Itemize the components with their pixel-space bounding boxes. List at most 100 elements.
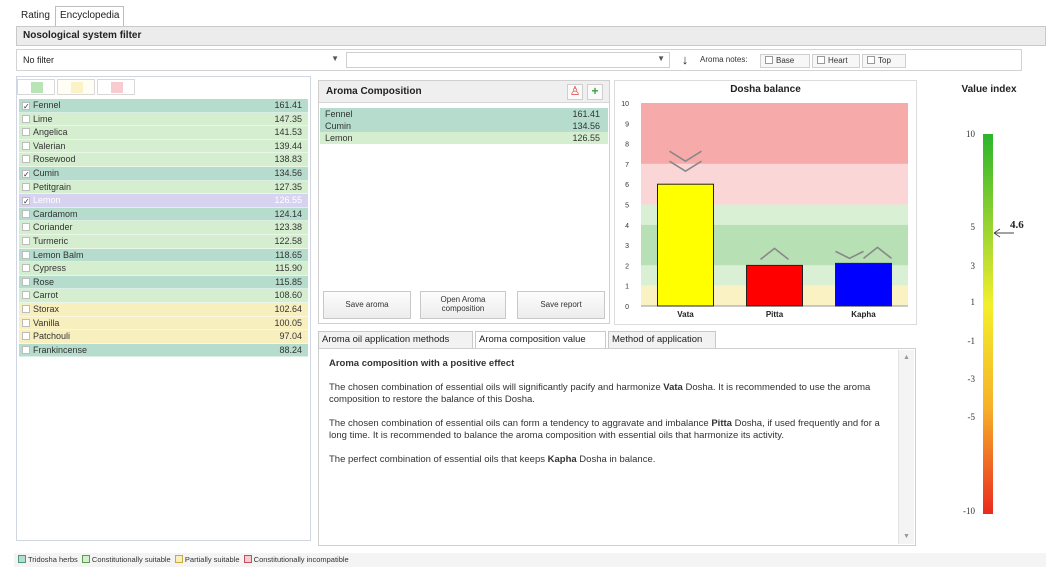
oil-name: Petitgrain bbox=[33, 181, 72, 192]
y-tick-label: 0 bbox=[625, 304, 629, 311]
note-heart-checkbox[interactable]: Heart bbox=[812, 54, 860, 68]
description-scrollbar[interactable]: ▲ ▼ bbox=[898, 350, 914, 544]
y-tick-label: 9 bbox=[625, 121, 629, 128]
x-tick-label: Pitta bbox=[766, 310, 784, 319]
scroll-up-icon[interactable]: ▲ bbox=[903, 354, 910, 361]
oil-value: 115.85 bbox=[275, 276, 302, 287]
oil-list: ✓ Fennel 161.41 Lime 147.35 Angelica 141.53 Val… bbox=[19, 99, 308, 358]
oil-row[interactable]: Storax 102.64 bbox=[19, 302, 308, 317]
oil-checkbox[interactable] bbox=[22, 345, 30, 354]
composition-row[interactable]: Cumin 134.56 bbox=[320, 120, 608, 132]
legend-suitable: Constitutionally suitable bbox=[91, 555, 171, 564]
oil-value: 139.44 bbox=[274, 140, 302, 151]
y-tick-label: 2 bbox=[625, 263, 629, 270]
oil-checkbox[interactable] bbox=[22, 128, 30, 137]
tab-composition-value[interactable]: Aroma composition value bbox=[475, 331, 606, 349]
tab-encyclopedia[interactable]: Encyclopedia bbox=[55, 6, 125, 26]
oil-row[interactable]: Petitgrain 127.35 bbox=[19, 180, 308, 195]
description-vata: The chosen combination of essential oils… bbox=[329, 382, 871, 405]
filter-tab-yellow[interactable] bbox=[57, 79, 95, 95]
oil-checkbox[interactable]: ✓ bbox=[22, 169, 30, 178]
oil-checkbox[interactable] bbox=[22, 223, 30, 232]
filter-tab-green[interactable] bbox=[17, 79, 55, 95]
oil-value: 127.35 bbox=[274, 181, 302, 192]
oil-checkbox[interactable] bbox=[22, 318, 30, 327]
oil-row[interactable]: Frankincense 88.24 bbox=[19, 343, 308, 358]
oil-checkbox[interactable] bbox=[22, 155, 30, 164]
composition-row[interactable]: Lemon 126.55 bbox=[320, 132, 608, 144]
gauge-tick: 1 bbox=[970, 297, 976, 307]
oil-checkbox[interactable] bbox=[22, 264, 30, 273]
oil-row[interactable]: Lime 147.35 bbox=[19, 112, 308, 127]
chevron-down-icon: ▼ bbox=[331, 54, 339, 63]
filter-tab-pink[interactable] bbox=[97, 79, 135, 95]
tab-method-of-application[interactable]: Method of application bbox=[608, 331, 716, 349]
green-swatch-icon bbox=[31, 82, 43, 93]
oil-row[interactable]: Lemon Balm 118.65 bbox=[19, 248, 308, 263]
gauge-bar bbox=[983, 134, 993, 514]
oil-row[interactable]: Cardamom 124.14 bbox=[19, 207, 308, 222]
composition-name: Cumin bbox=[325, 121, 352, 131]
oil-row[interactable]: Coriander 123.38 bbox=[19, 221, 308, 235]
save-report-button[interactable]: Save report bbox=[517, 291, 605, 319]
composition-row[interactable]: Fennel 161.41 bbox=[320, 108, 608, 120]
oil-checkbox[interactable] bbox=[22, 114, 30, 123]
add-icon[interactable]: + bbox=[587, 84, 603, 100]
oil-checkbox[interactable] bbox=[22, 304, 30, 313]
oil-checkbox[interactable] bbox=[22, 141, 30, 150]
tab-application-methods[interactable]: Aroma oil application methods bbox=[318, 331, 473, 349]
save-aroma-button[interactable]: Save aroma bbox=[323, 291, 411, 319]
oil-row[interactable]: Vanilla 100.05 bbox=[19, 316, 308, 331]
oil-checkbox[interactable] bbox=[22, 291, 30, 300]
secondary-filter-select[interactable]: ▼ bbox=[346, 52, 670, 68]
oil-checkbox[interactable]: ✓ bbox=[22, 102, 30, 111]
oil-row[interactable]: ✓ Cumin 134.56 bbox=[19, 166, 308, 181]
aroma-composition-title: Aroma Composition bbox=[319, 81, 609, 103]
primary-filter-select[interactable]: No filter ▼ bbox=[18, 52, 344, 68]
oil-value: 141.53 bbox=[274, 127, 302, 138]
clear-composition-icon[interactable]: ♙ bbox=[567, 84, 583, 100]
note-top-checkbox[interactable]: Top bbox=[862, 54, 906, 68]
oil-value: 115.90 bbox=[275, 263, 302, 274]
x-tick-label: Kapha bbox=[851, 310, 876, 319]
oil-row[interactable]: Rosewood 138.83 bbox=[19, 153, 308, 167]
oil-checkbox[interactable] bbox=[22, 277, 30, 286]
gauge-tick: -10 bbox=[963, 506, 975, 516]
x-tick-label: Vata bbox=[677, 310, 694, 319]
yellow-swatch-icon bbox=[71, 82, 83, 93]
note-base-checkbox[interactable]: Base bbox=[760, 54, 810, 68]
composition-description-panel: Aroma composition with a positive effect… bbox=[318, 348, 916, 546]
oil-name: Storax bbox=[33, 303, 60, 314]
open-composition-button[interactable]: Open Aroma composition bbox=[420, 291, 506, 319]
oil-checkbox[interactable] bbox=[22, 182, 30, 191]
oil-value: 122.58 bbox=[274, 235, 302, 246]
scroll-down-icon[interactable]: ▼ bbox=[903, 533, 910, 540]
oil-value: 118.65 bbox=[275, 249, 302, 260]
tab-rating[interactable]: Rating bbox=[16, 6, 55, 26]
bar-vata bbox=[657, 183, 714, 307]
y-tick-label: 5 bbox=[625, 203, 629, 210]
oil-row[interactable]: ✓ Lemon 126.55 bbox=[19, 194, 308, 208]
oil-row[interactable]: Carrot 108.60 bbox=[19, 289, 308, 303]
oil-row[interactable]: Angelica 141.53 bbox=[19, 126, 308, 140]
oil-checkbox[interactable] bbox=[22, 236, 30, 245]
oil-row[interactable]: Cypress 115.90 bbox=[19, 262, 308, 276]
oil-checkbox[interactable] bbox=[22, 250, 30, 259]
oil-row[interactable]: Patchouli 97.04 bbox=[19, 330, 308, 344]
oil-row[interactable]: ✓ Fennel 161.41 bbox=[19, 99, 308, 113]
aroma-composition-panel: Aroma Composition ♙ + Fennel 161.41 Cumin 1… bbox=[318, 80, 610, 324]
oil-checkbox[interactable] bbox=[22, 332, 30, 341]
legend-partial: Partially suitable bbox=[184, 555, 240, 564]
oil-name: Lemon bbox=[33, 195, 61, 206]
description-kapha: The perfect combination of essential oil… bbox=[329, 454, 656, 465]
oil-row[interactable]: Rose 115.85 bbox=[19, 275, 308, 290]
composition-name: Lemon bbox=[325, 133, 353, 143]
oil-checkbox[interactable] bbox=[22, 209, 30, 218]
sort-down-icon[interactable]: ↓ bbox=[678, 52, 692, 68]
oil-row[interactable]: Turmeric 122.58 bbox=[19, 234, 308, 249]
oil-value: 102.64 bbox=[274, 303, 302, 314]
y-tick-label: 7 bbox=[625, 162, 629, 169]
oil-checkbox[interactable]: ✓ bbox=[22, 197, 30, 206]
oil-row[interactable]: Valerian 139.44 bbox=[19, 139, 308, 154]
composition-value: 161.41 bbox=[572, 109, 600, 119]
